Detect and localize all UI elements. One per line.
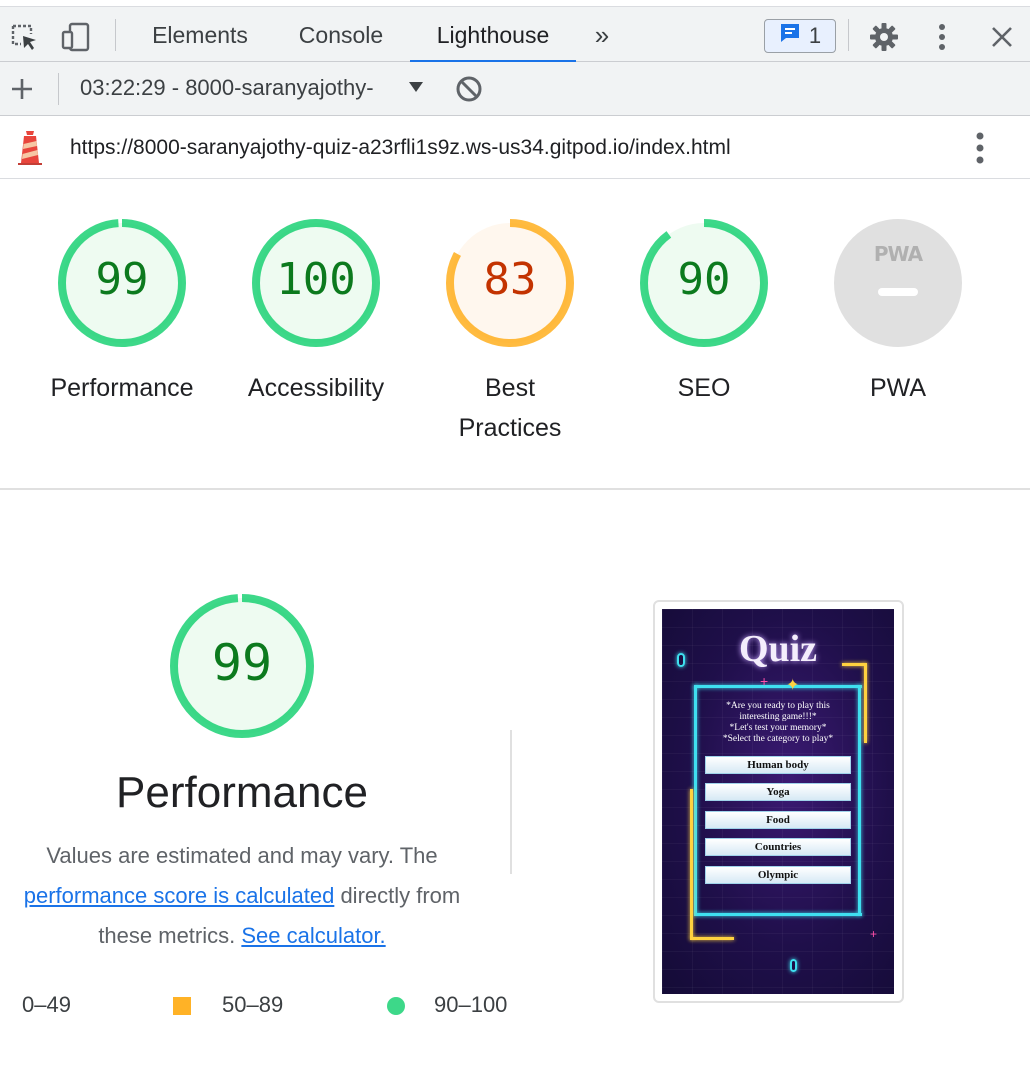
gauge-pwa[interactable]: PWA PWA (798, 218, 998, 458)
gauge-label: PWA (869, 374, 927, 402)
gauge-score: 99 (95, 254, 149, 305)
category-button-human-body: Human body (705, 756, 851, 774)
gauge-label: SEO (677, 374, 731, 402)
clear-block-icon[interactable] (453, 73, 485, 105)
pwa-badge-text: PWA (873, 242, 923, 266)
category-button-yoga: Yoga (705, 783, 851, 801)
intro-line: *Are you ready to play this (726, 701, 830, 711)
issues-count: 1 (808, 23, 822, 48)
performance-title: Performance (116, 768, 368, 817)
separator (58, 73, 59, 105)
report-url[interactable]: https://8000-saranyajothy-quiz-a23rfli1s… (70, 136, 731, 160)
category-button-olympic: Olympic (705, 866, 851, 884)
quiz-intro: *Are you ready to play this interesting … (692, 701, 864, 745)
tab-console[interactable]: Console (286, 7, 396, 62)
gauge-label: Best Practices (458, 374, 562, 442)
intro-line: *Let's test your memory* (729, 723, 827, 733)
section-divider (0, 488, 1030, 490)
lighthouse-logo-icon (16, 131, 44, 170)
gauge-accessibility[interactable]: 100 Accessibility (216, 218, 416, 458)
url-more-options-icon[interactable] (974, 131, 986, 170)
message-icon (779, 22, 801, 50)
quiz-title: Quiz (738, 628, 818, 670)
url-bar: https://8000-saranyajothy-quiz-a23rfli1s… (0, 117, 1030, 179)
device-toolbar-icon[interactable] (60, 21, 92, 53)
gauge-seo[interactable]: 90 SEO (604, 218, 804, 458)
vertical-divider (510, 730, 512, 874)
desc-text: Values are estimated and may vary. The (46, 843, 438, 868)
settings-gear-icon[interactable] (868, 21, 900, 53)
performance-score-large: 99 (211, 634, 273, 692)
devtools-tabbar: Elements Console Lighthouse » 1 (0, 6, 1030, 63)
separator (115, 19, 116, 51)
intro-line: *Select the category to play* (722, 734, 834, 744)
report-select[interactable]: 03:22:29 - 8000-saranyajothy- (80, 75, 374, 101)
neon-line (694, 685, 862, 688)
gauge-score: 83 (483, 254, 537, 305)
lighthouse-toolbar: 03:22:29 - 8000-saranyajothy- (0, 62, 1030, 116)
gauge-label: Accessibility (247, 374, 385, 402)
close-icon[interactable] (986, 21, 1018, 53)
inspect-element-icon[interactable] (8, 21, 40, 53)
more-options-icon[interactable] (926, 21, 958, 53)
legend-pass-circle-icon (387, 997, 405, 1015)
separator (848, 19, 849, 51)
intro-line: interesting game!!!* (739, 712, 817, 722)
new-report-plus-icon[interactable] (6, 73, 38, 105)
neon-line (690, 789, 693, 939)
gauge-performance[interactable]: 99 Performance (22, 218, 222, 458)
performance-description: Values are estimated and may vary. The p… (0, 836, 484, 956)
neon-line (864, 663, 867, 743)
gauge-score: 90 (677, 254, 731, 305)
desc-text: directly from (334, 883, 461, 908)
legend-pass-range: 90–100 (434, 992, 508, 1017)
tab-elements[interactable]: Elements (140, 7, 260, 62)
category-button-food: Food (705, 811, 851, 829)
score-calculated-link[interactable]: performance score is calculated (24, 883, 335, 908)
see-calculator-link[interactable]: See calculator. (241, 923, 385, 948)
issues-button[interactable]: 1 (764, 19, 836, 53)
gauge-label: Performance (50, 374, 194, 402)
neon-sparkle-icon: + (870, 927, 878, 941)
final-screenshot: + ✦ + Quiz *Are you ready to play this i… (662, 609, 894, 994)
pwa-badge-icon (834, 219, 962, 347)
tab-lighthouse[interactable]: Lighthouse (410, 7, 576, 63)
neon-line (690, 937, 734, 940)
legend-average-range: 50–89 (222, 992, 284, 1017)
category-button-countries: Countries (705, 838, 851, 856)
desc-text: these metrics. (98, 923, 242, 948)
legend-average-square-icon (173, 997, 191, 1015)
dropdown-arrow-icon[interactable] (409, 82, 423, 92)
neon-ring (790, 959, 797, 972)
gauge-score: 100 (276, 254, 356, 305)
legend-fail-range: 0–49 (22, 992, 71, 1017)
neon-sparkle-icon: + (760, 673, 769, 689)
neon-line (694, 913, 862, 916)
more-tabs-icon[interactable]: » (586, 7, 618, 62)
neon-sparkle-icon: ✦ (786, 677, 800, 694)
gauge-best-practices[interactable]: 83 Best Practices (410, 218, 610, 458)
